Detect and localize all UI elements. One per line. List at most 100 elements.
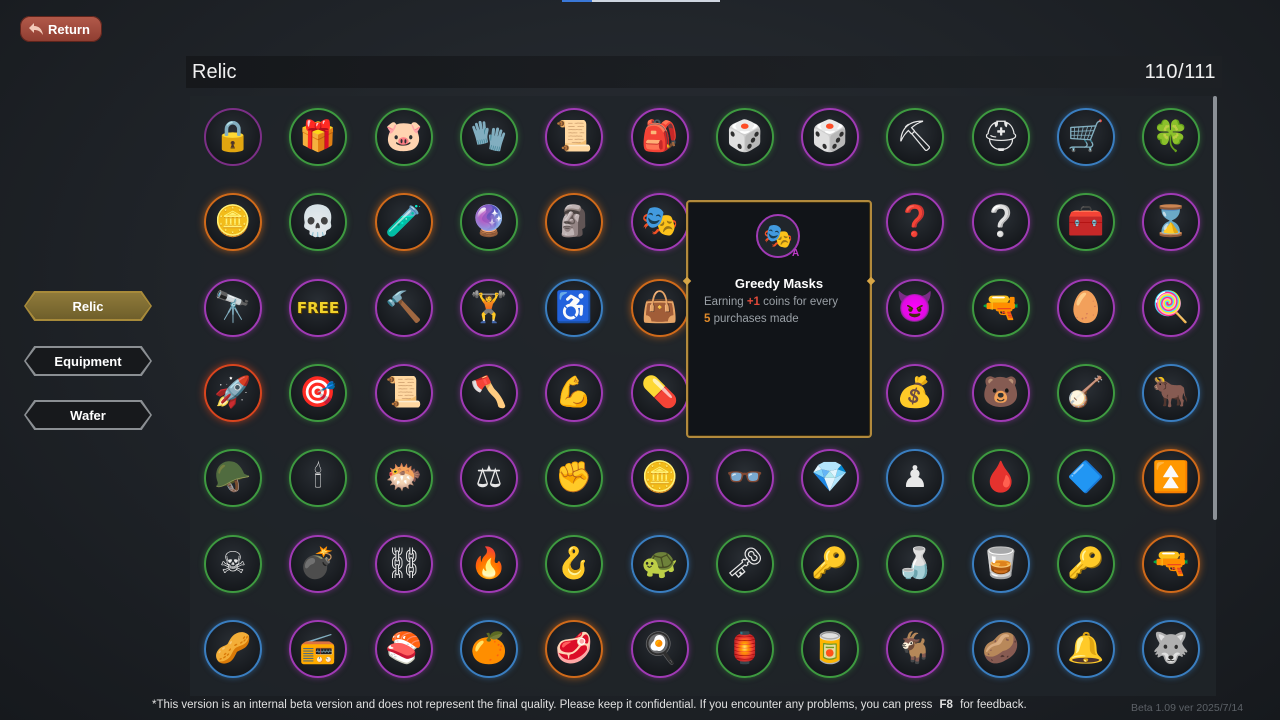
beta-disclaimer: *This version is an internal beta versio… xyxy=(152,699,1027,711)
scythe-icon[interactable]: 🪝 xyxy=(545,535,603,593)
white-beast-icon[interactable]: 🐺 xyxy=(1142,620,1200,678)
goat-icon[interactable]: 🐐 xyxy=(886,620,944,678)
orange-icon[interactable]: 🍊 xyxy=(460,620,518,678)
lute-icon[interactable]: 🪕 xyxy=(1057,364,1115,422)
crystal-amulet-icon[interactable]: 🔮 xyxy=(460,193,518,251)
glasses-icon[interactable]: 👓 xyxy=(716,449,774,507)
relic-description: Earning +1 coins for every 5 purchases m… xyxy=(704,294,860,328)
turtle-shell-icon[interactable]: 🐢 xyxy=(631,535,689,593)
tuna-can-icon[interactable]: 🥫 xyxy=(801,620,859,678)
scrollbar[interactable] xyxy=(1213,96,1217,520)
mine-cart-icon[interactable]: 🛒 xyxy=(1057,108,1115,166)
shovel-icon[interactable]: 🪓 xyxy=(460,364,518,422)
piggy-bank-icon[interactable]: 🐷 xyxy=(375,108,433,166)
radar-icon[interactable]: 🎯 xyxy=(289,364,347,422)
tab-relic[interactable]: Relic xyxy=(24,291,152,321)
free-tag-icon[interactable]: FREE xyxy=(289,279,347,337)
eggs-icon[interactable]: 🥚 xyxy=(1057,279,1115,337)
belt-icon[interactable]: 👜 xyxy=(631,279,689,337)
blood-drop-icon[interactable]: 🩸 xyxy=(972,449,1030,507)
lollipop-icon[interactable]: 🍭 xyxy=(1142,279,1200,337)
crossed-pistols-icon[interactable]: 🔫 xyxy=(972,279,1030,337)
walkie-talkie-icon[interactable]: 📻 xyxy=(289,620,347,678)
red-question-icon[interactable]: ❓ xyxy=(886,193,944,251)
bear-icon[interactable]: 🐻 xyxy=(972,364,1030,422)
gavel-icon[interactable]: 🔨 xyxy=(375,279,433,337)
treasure-chest-icon[interactable]: 🧰 xyxy=(1057,193,1115,251)
desc-count: 5 xyxy=(704,313,711,325)
crystal-totem-icon[interactable]: 🔷 xyxy=(1057,449,1115,507)
disclaimer-text-end: for feedback. xyxy=(960,699,1027,711)
scales-icon[interactable]: ⚖ xyxy=(460,449,518,507)
hourglass-icon[interactable]: ⌛ xyxy=(1142,193,1200,251)
bronze-key-icon[interactable]: 🗝 xyxy=(716,535,774,593)
pufferfish-icon[interactable]: 🐡 xyxy=(375,449,433,507)
bell-icon[interactable]: 🔔 xyxy=(1057,620,1115,678)
beast-mask-icon[interactable]: 😈 xyxy=(886,279,944,337)
mask-icon[interactable]: 🎭 xyxy=(631,193,689,251)
glove-icon[interactable]: 🧤 xyxy=(460,108,518,166)
version-label: Beta 1.09 ver 2025/7/14 xyxy=(1131,702,1244,714)
lock-icon[interactable]: 🔒 xyxy=(204,108,262,166)
gold-coin-icon[interactable]: 🪙 xyxy=(631,449,689,507)
potatoes-icon[interactable]: 🥔 xyxy=(972,620,1030,678)
feedback-key: F8 xyxy=(939,699,953,711)
fried-egg-icon[interactable]: 🍳 xyxy=(631,620,689,678)
up-arrows-icon[interactable]: ⏫ xyxy=(1142,449,1200,507)
gold-key-icon[interactable]: 🔑 xyxy=(1057,535,1115,593)
skull-bones-icon[interactable]: ☠ xyxy=(204,535,262,593)
blue-question-icon[interactable]: ❔ xyxy=(972,193,1030,251)
collection-count: 110/111 xyxy=(1144,60,1216,83)
bomb-icon[interactable]: 💣 xyxy=(289,535,347,593)
sushi-icon[interactable]: 🍣 xyxy=(375,620,433,678)
pickaxe-icon[interactable]: ⛏ xyxy=(886,108,944,166)
pill-icon[interactable]: 💊 xyxy=(631,364,689,422)
flexed-arm-icon[interactable]: 💪 xyxy=(545,364,603,422)
chain-icon[interactable]: ⛓ xyxy=(375,535,433,593)
rarity-rank: A xyxy=(792,248,800,259)
desc-text: Earning xyxy=(704,296,744,308)
lantern-icon[interactable]: 🏮 xyxy=(716,620,774,678)
scroll-icon[interactable]: 📜 xyxy=(545,108,603,166)
money-bag-icon[interactable]: 💰 xyxy=(886,364,944,422)
map-scroll-icon[interactable]: 📜 xyxy=(375,364,433,422)
bull-icon[interactable]: 🐂 xyxy=(1142,364,1200,422)
candle-icon[interactable]: 🕯 xyxy=(289,449,347,507)
tab-wafer[interactable]: Wafer xyxy=(24,400,152,430)
shotgun-icon[interactable]: 🔫 xyxy=(1142,535,1200,593)
gems-icon[interactable]: 💎 xyxy=(801,449,859,507)
relic-name: Greedy Masks xyxy=(734,276,824,291)
helmet-spike-icon[interactable]: ⛑ xyxy=(972,108,1030,166)
army-helmet-icon[interactable]: 🪖 xyxy=(204,449,262,507)
green-dice-icon[interactable]: 🎲 xyxy=(801,108,859,166)
gift-box-icon[interactable]: 🎁 xyxy=(289,108,347,166)
free-label: FREE xyxy=(296,298,340,317)
silver-key-icon[interactable]: 🔑 xyxy=(801,535,859,593)
potion-icon[interactable]: 🧪 xyxy=(375,193,433,251)
return-button[interactable]: Return xyxy=(20,16,102,42)
backpack-icon[interactable]: 🎒 xyxy=(631,108,689,166)
page-title: Relic xyxy=(192,60,237,83)
skull-coin-icon[interactable]: 🪙 xyxy=(204,193,262,251)
desc-text: coins for every xyxy=(763,296,838,308)
white-bottle-icon[interactable]: 🍶 xyxy=(886,535,944,593)
golden-idol-icon[interactable]: 🗿 xyxy=(545,193,603,251)
whiskey-bottle-icon[interactable]: 🥃 xyxy=(972,535,1030,593)
wheelchair-icon[interactable]: ♿ xyxy=(545,279,603,337)
steak-icon[interactable]: 🥩 xyxy=(545,620,603,678)
fist-icon[interactable]: ✊ xyxy=(545,449,603,507)
tab-equipment[interactable]: Equipment xyxy=(24,346,152,376)
return-label: Return xyxy=(48,21,90,37)
desc-amount: +1 xyxy=(746,296,760,308)
back-arrow-icon xyxy=(29,23,43,35)
clover-icon[interactable]: 🍀 xyxy=(1142,108,1200,166)
top-progress-accent xyxy=(562,0,720,2)
nut-bowl-icon[interactable]: 🥜 xyxy=(204,620,262,678)
chess-pawn-icon[interactable]: ♟ xyxy=(886,449,944,507)
lighter-icon[interactable]: 🔥 xyxy=(460,535,518,593)
missile-icon[interactable]: 🚀 xyxy=(204,364,262,422)
dumbbell-icon[interactable]: 🏋 xyxy=(460,279,518,337)
blue-dice-icon[interactable]: 🎲 xyxy=(716,108,774,166)
skull-icon[interactable]: 💀 xyxy=(289,193,347,251)
telescope-icon[interactable]: 🔭 xyxy=(204,279,262,337)
